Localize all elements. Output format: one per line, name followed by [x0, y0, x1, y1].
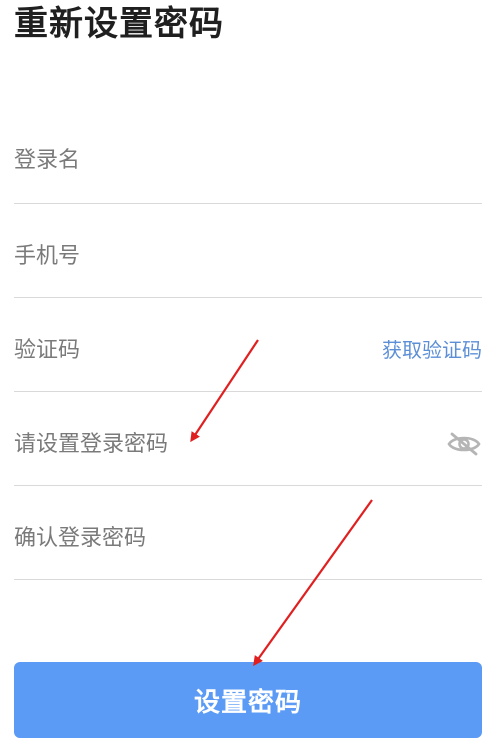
- username-input[interactable]: [14, 143, 422, 177]
- phone-input[interactable]: [14, 239, 422, 273]
- set-password-button[interactable]: 设置密码: [14, 662, 482, 738]
- username-field-row: [14, 110, 482, 204]
- verification-code-field-row: 获取验证码: [14, 298, 482, 392]
- eye-off-icon[interactable]: [446, 429, 482, 459]
- page-title: 重新设置密码: [14, 4, 224, 44]
- confirm-password-input[interactable]: [14, 521, 422, 555]
- confirm-password-field-row: [14, 486, 482, 580]
- verification-code-input[interactable]: [14, 333, 422, 367]
- get-verification-code-link[interactable]: 获取验证码: [382, 335, 482, 365]
- reset-password-form: 获取验证码: [14, 110, 482, 580]
- password-input[interactable]: [14, 427, 422, 461]
- password-field-row: [14, 392, 482, 486]
- set-password-button-label: 设置密码: [193, 688, 302, 718]
- phone-field-row: [14, 204, 482, 298]
